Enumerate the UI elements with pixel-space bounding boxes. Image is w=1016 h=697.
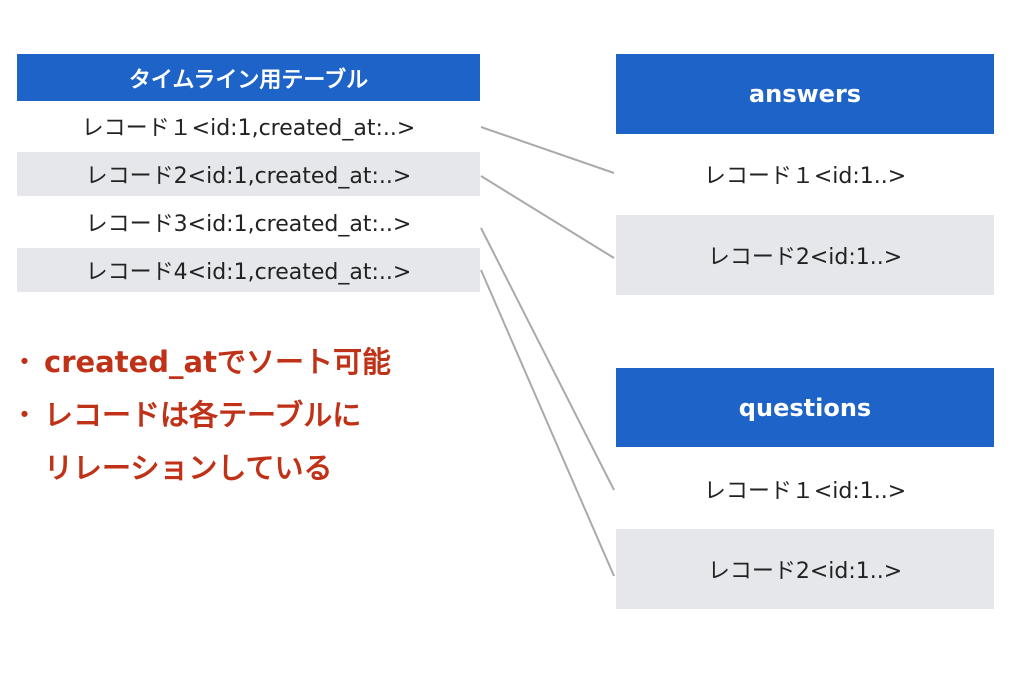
answers-table-row: レコード2<id:1..> — [616, 215, 994, 295]
timeline-table-header: タイムライン用テーブル — [17, 54, 480, 101]
connector-record3-to-questions1 — [480, 227, 615, 491]
bullet-marker: ・ — [10, 345, 40, 379]
bullet-marker: ・ — [10, 398, 40, 432]
note-item: ・ created_atでソート可能 — [10, 336, 470, 389]
timeline-table-row: レコード2<id:1,created_at:..> — [17, 152, 480, 196]
questions-table-row: レコード１<id:1..> — [616, 449, 994, 529]
answers-table-row: レコード１<id:1..> — [616, 134, 994, 214]
note-item: ・ レコードは各テーブルに — [10, 389, 470, 442]
notes-list: ・ created_atでソート可能 ・ レコードは各テーブルに リレーションし… — [10, 336, 470, 495]
answers-table-header: answers — [616, 54, 994, 134]
timeline-table-row: レコード4<id:1,created_at:..> — [17, 248, 480, 292]
timeline-table-row: レコード１<id:1,created_at:..> — [17, 104, 480, 148]
timeline-table-row: レコード3<id:1,created_at:..> — [17, 200, 480, 244]
connector-record1-to-answers1 — [480, 126, 615, 174]
note-text: created_atでソート可能 — [44, 345, 391, 379]
connector-record2-to-answers2 — [480, 175, 615, 259]
note-item-continuation: リレーションしている — [10, 442, 470, 495]
questions-table-row: レコード2<id:1..> — [616, 529, 994, 609]
note-text: レコードは各テーブルに — [44, 398, 362, 432]
connector-record4-to-questions2 — [480, 269, 615, 577]
questions-table-header: questions — [616, 368, 994, 447]
note-text: リレーションしている — [44, 451, 333, 485]
